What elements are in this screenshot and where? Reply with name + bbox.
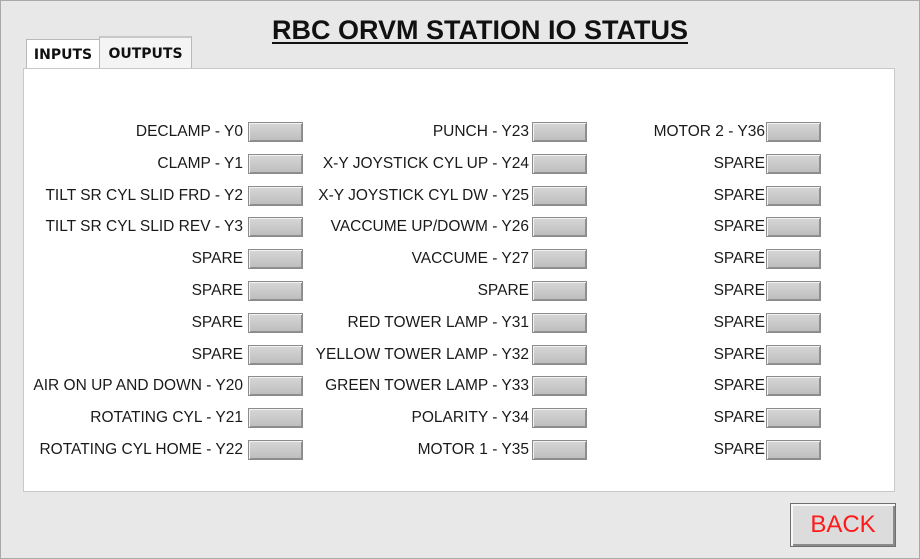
io-label: MOTOR 2 - Y36 bbox=[653, 123, 765, 140]
output-indicator bbox=[766, 439, 821, 460]
page-title: RBC ORVM STATION IO STATUS bbox=[272, 15, 688, 45]
io-row: SPARE bbox=[1, 184, 821, 216]
io-label: SPARE bbox=[713, 250, 765, 268]
output-indicator bbox=[766, 344, 821, 365]
io-label: SPARE bbox=[713, 345, 765, 363]
io-row: SPARE bbox=[1, 215, 821, 247]
io-label: SPARE bbox=[713, 409, 765, 427]
io-row: SPARE bbox=[1, 438, 821, 470]
output-indicator bbox=[766, 249, 821, 270]
io-row: SPARE bbox=[1, 247, 821, 279]
io-label: SPARE bbox=[713, 313, 765, 331]
io-label: SPARE bbox=[713, 377, 765, 395]
output-indicator bbox=[766, 408, 821, 429]
io-label: SPARE bbox=[713, 440, 765, 458]
io-status-window: RBC ORVM STATION IO STATUS INPUTS OUTPUT… bbox=[0, 0, 920, 559]
io-label: SPARE bbox=[713, 218, 765, 236]
output-indicator bbox=[766, 217, 821, 238]
io-row: SPARE bbox=[1, 406, 821, 438]
output-indicator bbox=[766, 122, 821, 142]
output-indicator bbox=[766, 280, 821, 301]
io-row: SPARE bbox=[1, 279, 821, 311]
io-row: SPARE bbox=[1, 343, 821, 375]
tab-inputs[interactable]: INPUTS bbox=[26, 39, 99, 69]
io-row: SPARE bbox=[1, 311, 821, 343]
io-label: SPARE bbox=[713, 281, 765, 299]
io-row: SPARE bbox=[1, 374, 821, 406]
io-row: MOTOR 2 - Y36 bbox=[1, 120, 821, 152]
back-button[interactable]: BACK bbox=[790, 503, 896, 547]
output-indicator bbox=[766, 312, 821, 333]
io-label: SPARE bbox=[713, 154, 765, 172]
output-indicator bbox=[766, 185, 821, 206]
output-indicator bbox=[766, 153, 821, 174]
io-label: SPARE bbox=[713, 186, 765, 204]
outputs-column-3: MOTOR 2 - Y36 SPARE SPARE SPARE SPARE SPARE SP… bbox=[1, 120, 821, 470]
tab-outputs[interactable]: OUTPUTS bbox=[99, 36, 192, 70]
output-indicator bbox=[766, 376, 821, 397]
io-row: SPARE bbox=[1, 152, 821, 184]
